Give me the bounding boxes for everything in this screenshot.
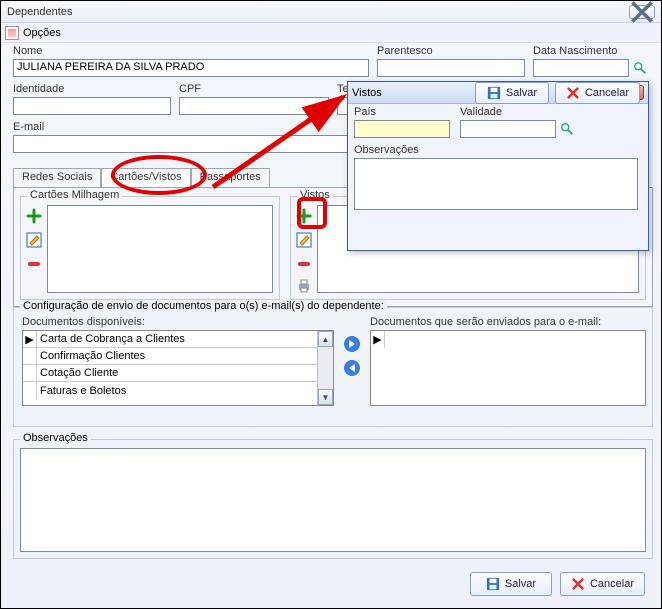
menubar: Opções: [1, 23, 661, 43]
group-docs-config: Configuração de envio de documentos para…: [13, 307, 653, 427]
popup-cancelar-label: Cancelar: [585, 87, 629, 99]
cancelar-button[interactable]: Cancelar: [560, 572, 645, 596]
docs-selected-list[interactable]: ▶: [370, 330, 646, 406]
popup-salvar-button[interactable]: Salvar: [475, 82, 549, 104]
group-cartoes-caption: Cartões Milhagem: [27, 189, 122, 201]
doc-item-label: Cotação Cliente: [37, 367, 118, 379]
row-marker-icon: [23, 348, 37, 364]
doc-item-label: Carta de Cobrança a Clientes: [37, 333, 185, 345]
identidade-field[interactable]: [13, 97, 171, 115]
row-marker-icon: ▶: [371, 331, 385, 348]
window-title: Dependentes: [7, 6, 72, 18]
data-nascimento-field[interactable]: [533, 59, 629, 77]
cartoes-list[interactable]: [47, 205, 273, 293]
add-cartao-button[interactable]: [25, 207, 43, 225]
popup-salvar-label: Salvar: [506, 87, 537, 99]
menu-opcoes[interactable]: Opções: [23, 27, 61, 39]
popup-content: País Validade Observações Salvar Cancela…: [348, 104, 648, 112]
dependentes-window: Dependentes Opções Nome JULIANA PEREIRA …: [0, 0, 662, 609]
group-observacoes: Observações: [13, 439, 653, 559]
doc-row[interactable]: Cotação Cliente: [23, 365, 333, 382]
move-left-button[interactable]: [342, 358, 362, 378]
validade-picker-icon[interactable]: [560, 122, 574, 136]
row-marker-icon: [23, 365, 37, 381]
tab-cartoes-vistos[interactable]: Cartões/Vistos: [101, 168, 190, 188]
label-data-nascimento: Data Nascimento: [533, 45, 617, 57]
cpf-field[interactable]: [179, 97, 329, 115]
group-cartoes-milhagem: Cartões Milhagem: [20, 196, 280, 300]
scrollbar[interactable]: ▲ ▼: [317, 331, 333, 405]
label-pais: País: [354, 106, 376, 118]
scroll-down-icon[interactable]: ▼: [318, 389, 333, 405]
label-nome: Nome: [13, 45, 42, 57]
group-vistos-caption: Vistos: [297, 189, 333, 201]
docs-available-list[interactable]: ▶Carta de Cobrança a Clientes Confirmaçã…: [22, 330, 334, 406]
popup-button-row: Salvar Cancelar: [475, 82, 640, 104]
options-icon: [5, 26, 19, 40]
doc-item-label: Faturas e Boletos: [37, 385, 126, 397]
salvar-label: Salvar: [505, 578, 536, 590]
cancel-icon: [571, 577, 585, 591]
docs-caption: Configuração de envio de documentos para…: [20, 300, 387, 312]
tab-redes-sociais[interactable]: Redes Sociais: [13, 168, 101, 188]
popup-obs-textarea[interactable]: [354, 158, 638, 210]
pais-field[interactable]: [354, 120, 450, 138]
label-docs-disponiveis: Documentos disponíveis:: [22, 316, 145, 328]
label-popup-obs: Observações: [354, 144, 419, 156]
salvar-button[interactable]: Salvar: [470, 572, 552, 596]
doc-row[interactable]: ▶Carta de Cobrança a Clientes: [23, 331, 333, 348]
save-icon: [486, 577, 500, 591]
label-parentesco: Parentesco: [377, 45, 433, 57]
titlebar: Dependentes: [1, 1, 661, 23]
doc-item-label: Confirmação Clientes: [37, 350, 145, 362]
nome-field[interactable]: JULIANA PEREIRA DA SILVA PRADO: [13, 59, 369, 77]
edit-visto-button[interactable]: [295, 231, 313, 249]
doc-row[interactable]: Confirmação Clientes: [23, 348, 333, 365]
vistos-popup: Vistos País Validade Observações Salvar: [347, 81, 649, 251]
parentesco-field[interactable]: [377, 59, 525, 77]
obs-caption: Observações: [20, 432, 91, 444]
move-right-button[interactable]: [342, 334, 362, 354]
label-identidade: Identidade: [13, 83, 64, 95]
label-email: E-mail: [13, 121, 44, 133]
label-cpf: CPF: [179, 83, 201, 95]
edit-cartao-button[interactable]: [25, 231, 43, 249]
label-validade: Validade: [460, 106, 502, 118]
save-icon: [487, 86, 501, 100]
row-marker-icon: ▶: [23, 331, 37, 347]
doc-row: ▶: [371, 331, 645, 348]
tab-passaportes[interactable]: Passaportes: [191, 168, 270, 188]
doc-row[interactable]: Faturas e Boletos: [23, 382, 333, 399]
print-visto-button[interactable]: [295, 277, 313, 295]
add-visto-button[interactable]: [295, 207, 313, 225]
popup-cancelar-button[interactable]: Cancelar: [555, 82, 640, 104]
close-icon: [630, 0, 654, 24]
popup-title: Vistos: [352, 87, 382, 99]
bottom-button-row: Salvar Cancelar: [470, 572, 645, 596]
remove-visto-button[interactable]: [295, 255, 313, 273]
date-picker-icon[interactable]: [633, 61, 647, 75]
window-close-button[interactable]: [629, 5, 655, 19]
label-docs-enviados: Documentos que serão enviados para o e-m…: [370, 316, 601, 328]
validade-field[interactable]: [460, 120, 556, 138]
cancelar-label: Cancelar: [590, 578, 634, 590]
nome-value: JULIANA PEREIRA DA SILVA PRADO: [17, 61, 204, 73]
cancel-icon: [566, 86, 580, 100]
row-marker-icon: [23, 382, 37, 399]
remove-cartao-button[interactable]: [25, 255, 43, 273]
scroll-up-icon[interactable]: ▲: [318, 331, 333, 347]
observacoes-textarea[interactable]: [20, 448, 646, 552]
